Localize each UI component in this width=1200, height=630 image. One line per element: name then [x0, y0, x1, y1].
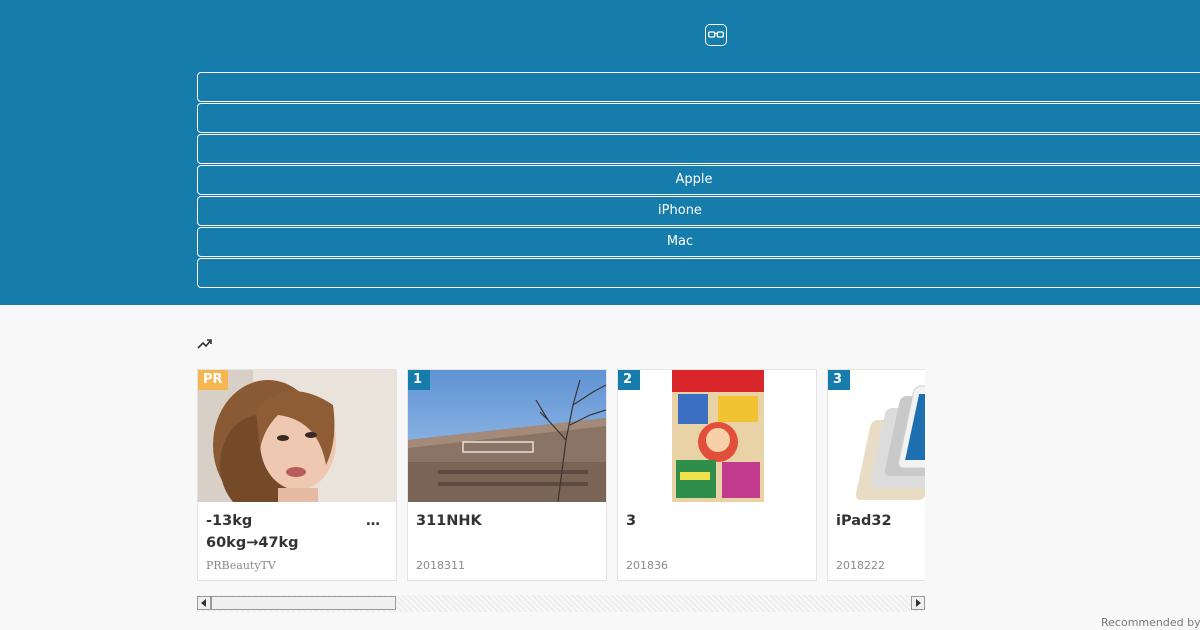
card-date: 2018222	[836, 559, 885, 572]
card-thumbnail	[618, 370, 816, 502]
recommended-by-label[interactable]: Recommended by ›	[1101, 616, 1200, 629]
glasses-icon	[708, 31, 724, 38]
site-header: Apple iPhone Mac	[0, 0, 1200, 305]
ranking-card-1[interactable]: 1 311NHK 2018311	[407, 369, 607, 581]
ranking-card-pr[interactable]: PR -13kg 60kg→47kg … PRBeautyTV	[197, 369, 397, 581]
card-date: 201836	[626, 559, 668, 572]
card-date: 2018311	[416, 559, 465, 572]
rank-badge: 1	[408, 370, 430, 390]
nav-item-2[interactable]	[197, 103, 1200, 133]
trending-up-icon	[197, 339, 212, 349]
card-thumbnail	[408, 370, 606, 502]
rank-badge: 3	[828, 370, 850, 390]
nav-item-iphone[interactable]: iPhone	[197, 196, 1200, 226]
ranking-card-2[interactable]: 2 3 201836	[617, 369, 817, 581]
site-logo[interactable]	[705, 24, 727, 46]
nav-item-7[interactable]	[197, 258, 1200, 288]
carousel-scrollbar[interactable]	[197, 595, 925, 612]
arrow-right-icon	[916, 599, 921, 607]
arrow-left-icon	[201, 599, 206, 607]
card-source: PRBeautyTV	[206, 559, 276, 572]
nav-item-3[interactable]	[197, 134, 1200, 164]
card-title: -13kg 60kg→47kg	[206, 513, 299, 551]
scroll-left-button[interactable]	[197, 596, 211, 610]
scrollbar-thumb[interactable]	[211, 596, 396, 610]
card-title: iPad32	[836, 513, 892, 529]
nav-item-apple[interactable]: Apple	[197, 165, 1200, 195]
rank-badge: 2	[618, 370, 640, 390]
ranking-card-3[interactable]: 3 iPad32 2018222	[827, 369, 925, 581]
card-title: 311NHK	[416, 513, 482, 529]
more-indicator: …	[366, 513, 380, 529]
card-title: 3	[626, 513, 637, 529]
ranking-carousel: PR -13kg 60kg→47kg … PRBeautyTV 1 311NHK…	[197, 369, 925, 581]
pr-badge: PR	[198, 370, 228, 390]
nav-item-mac[interactable]: Mac	[197, 227, 1200, 257]
nav-item-1[interactable]	[197, 72, 1200, 102]
card-thumbnail	[198, 370, 396, 502]
scroll-right-button[interactable]	[911, 596, 925, 610]
